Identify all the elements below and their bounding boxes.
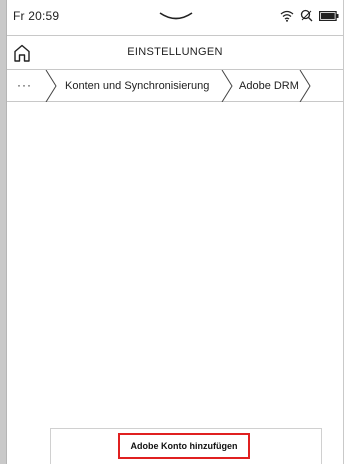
breadcrumb-item-label: Adobe DRM xyxy=(239,80,299,92)
search-off-icon xyxy=(300,9,313,22)
breadcrumb-separator-icon xyxy=(299,70,311,102)
breadcrumb-more[interactable]: ··· xyxy=(7,70,45,102)
breadcrumb-more-label: ··· xyxy=(17,78,32,92)
status-bar: Fr 20:59 xyxy=(7,0,343,36)
battery-icon xyxy=(319,10,339,21)
breadcrumb: ··· Konten und Synchronisierung Adobe DR… xyxy=(7,70,343,102)
breadcrumb-item-konten[interactable]: Konten und Synchronisierung xyxy=(57,70,223,102)
breadcrumb-item-label: Konten und Synchronisierung xyxy=(65,80,210,92)
page-title: EINSTELLUNGEN xyxy=(127,46,223,58)
device-screen: Fr 20:59 EINSTELLUNGEN ··· Konten und Sy… xyxy=(6,0,343,464)
bottom-action-card: Adobe Konto hinzufügen xyxy=(50,428,322,464)
wifi-icon xyxy=(280,10,294,22)
breadcrumb-item-adobe-drm[interactable]: Adobe DRM xyxy=(233,70,303,102)
status-time: Fr 20:59 xyxy=(13,9,60,23)
chevron-down-icon[interactable] xyxy=(158,10,194,24)
breadcrumb-separator-icon xyxy=(45,70,57,102)
breadcrumb-separator-icon xyxy=(221,70,233,102)
add-adobe-account-button[interactable]: Adobe Konto hinzufügen xyxy=(118,433,250,459)
title-bar: EINSTELLUNGEN xyxy=(7,36,343,70)
status-icons xyxy=(280,9,339,22)
